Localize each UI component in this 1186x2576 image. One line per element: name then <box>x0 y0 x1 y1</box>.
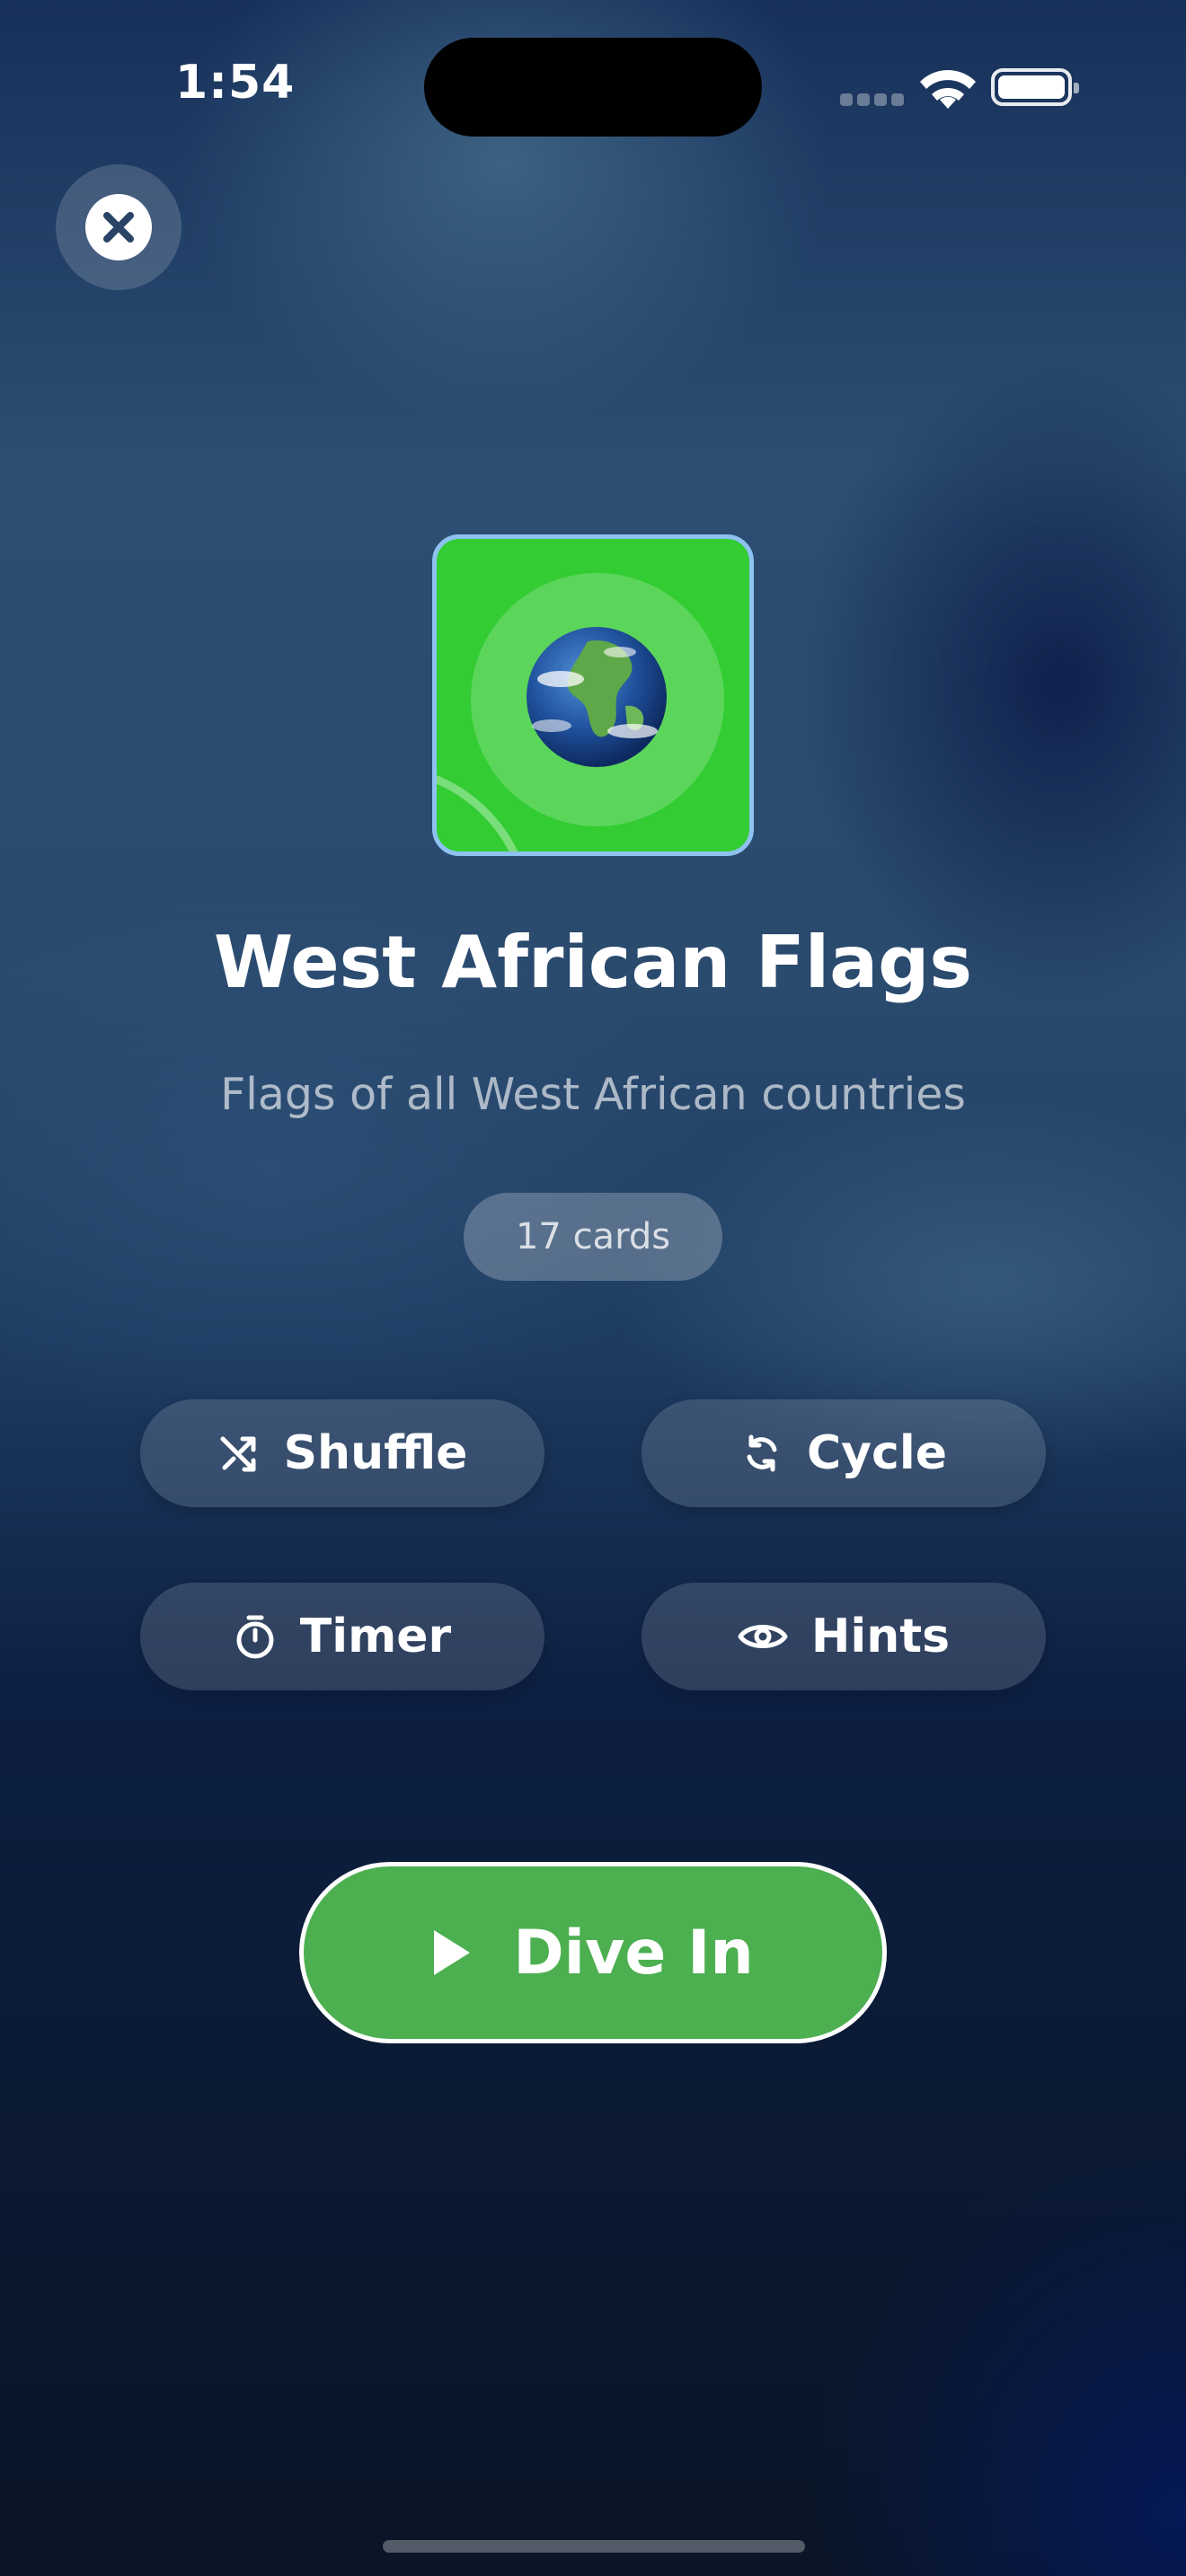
deck-title: West African Flags <box>213 921 973 1004</box>
dynamic-island <box>424 38 762 137</box>
card-count-badge: 17 cards <box>464 1193 722 1281</box>
home-indicator[interactable] <box>383 2540 805 2553</box>
dive-in-label: Dive In <box>513 1917 754 1989</box>
play-icon <box>434 1930 471 1975</box>
hints-toggle[interactable]: Hints <box>642 1583 1046 1690</box>
eye-icon <box>738 1625 788 1648</box>
battery-icon <box>991 68 1079 106</box>
timer-label: Timer <box>299 1610 452 1663</box>
cycle-toggle[interactable]: Cycle <box>642 1399 1046 1507</box>
timer-toggle[interactable]: Timer <box>140 1583 544 1690</box>
wifi-icon <box>920 70 976 109</box>
cycle-icon <box>747 1434 777 1472</box>
status-time: 1:54 <box>175 56 296 110</box>
cellular-signal-icon <box>840 93 904 106</box>
hints-label: Hints <box>810 1610 951 1663</box>
close-button[interactable] <box>56 164 181 290</box>
shuffle-icon <box>220 1436 256 1472</box>
status-bar: 1:54 <box>0 0 1186 180</box>
shuffle-toggle[interactable]: Shuffle <box>140 1399 544 1507</box>
deck-icon <box>432 534 754 856</box>
close-icon <box>103 212 134 243</box>
shuffle-label: Shuffle <box>283 1426 468 1480</box>
card-count-label: 17 cards <box>515 1216 671 1257</box>
timer-icon <box>236 1615 274 1659</box>
dive-in-button[interactable]: Dive In <box>299 1862 887 2043</box>
cycle-label: Cycle <box>807 1426 947 1480</box>
deck-subtitle: Flags of all West African countries <box>220 1069 966 1120</box>
globe-icon <box>527 627 667 767</box>
